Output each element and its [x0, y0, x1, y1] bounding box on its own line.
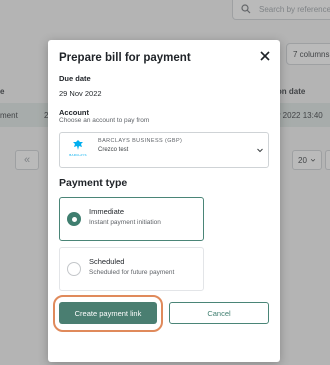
- account-select[interactable]: BARCLAYS BARCLAYS BUSINESS (GBP) Crezco …: [59, 132, 269, 168]
- prepare-bill-modal: Prepare bill for payment Due date 29 Nov…: [48, 40, 280, 362]
- close-icon: [260, 51, 270, 61]
- due-date-value: 29 Nov 2022: [59, 89, 102, 98]
- chevron-down-icon: [257, 148, 263, 153]
- barclays-eagle-icon: [73, 140, 83, 150]
- option-scheduled-label: Scheduled: [89, 257, 125, 266]
- bank-logo: BARCLAYS: [68, 139, 88, 161]
- radio-scheduled[interactable]: [67, 262, 81, 276]
- cancel-button[interactable]: Cancel: [169, 302, 269, 324]
- option-immediate-label: Immediate: [89, 207, 125, 216]
- close-button[interactable]: [258, 49, 272, 63]
- modal-title: Prepare bill for payment: [59, 52, 191, 64]
- option-immediate[interactable]: Immediate Instant payment initiation: [59, 197, 204, 241]
- option-scheduled-description: Scheduled for future payment: [89, 269, 175, 276]
- account-bank-name: BARCLAYS BUSINESS (GBP): [98, 138, 183, 144]
- bank-logo-text: BARCLAYS: [69, 153, 87, 157]
- option-immediate-description: Instant payment initiation: [89, 219, 161, 226]
- payment-type-title: Payment type: [59, 177, 128, 189]
- account-help-text: Choose an account to pay from: [59, 117, 150, 124]
- account-name: Crezco test: [98, 147, 129, 153]
- due-date-label: Due date: [59, 74, 91, 83]
- account-label: Account: [59, 108, 89, 117]
- option-scheduled[interactable]: Scheduled Scheduled for future payment: [59, 247, 204, 291]
- create-payment-link-button[interactable]: Create payment link: [59, 302, 157, 324]
- radio-immediate[interactable]: [67, 212, 81, 226]
